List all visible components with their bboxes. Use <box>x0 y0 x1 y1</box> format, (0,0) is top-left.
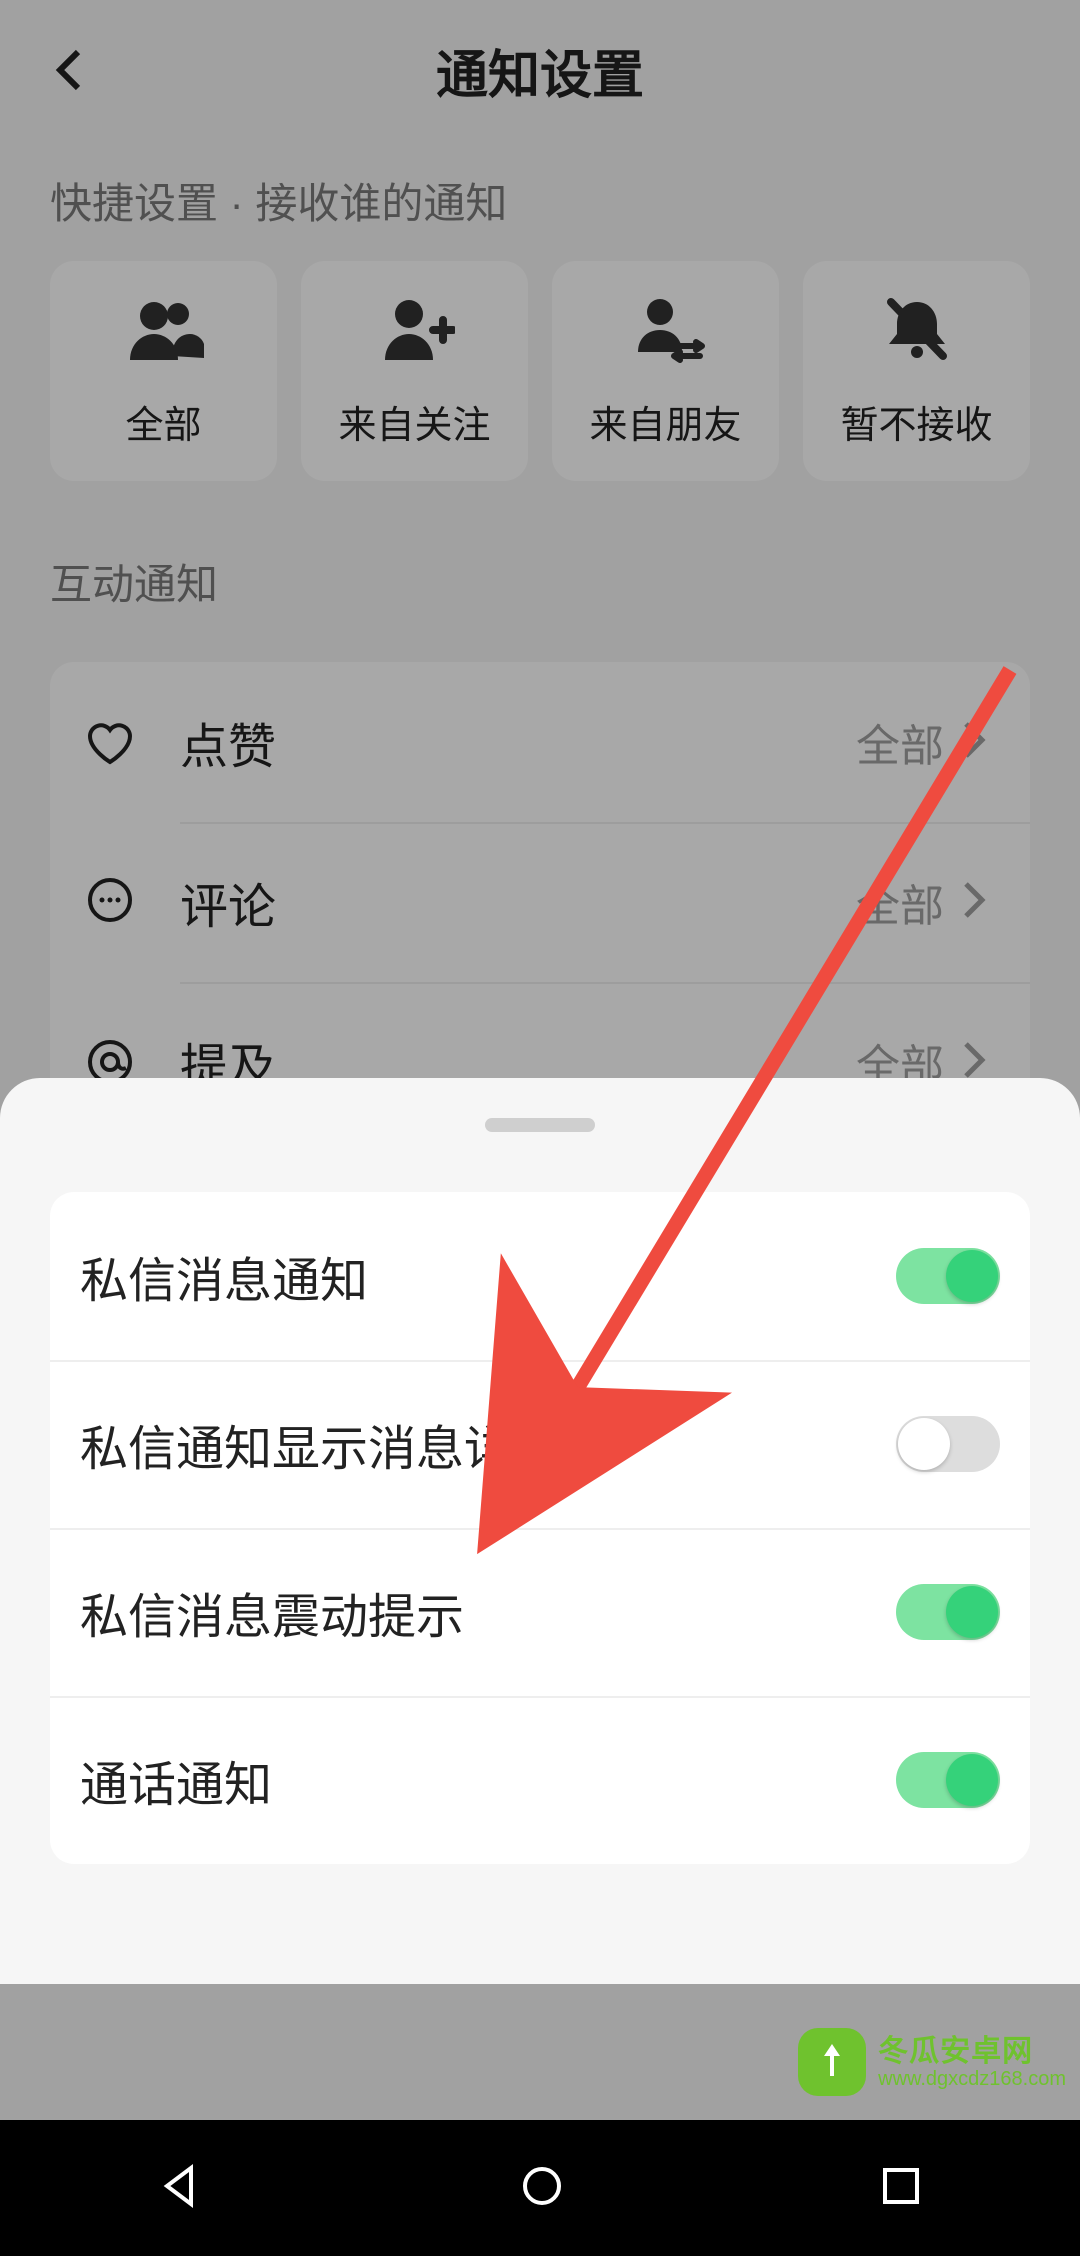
sheet-row-dm-detail: 私信通知显示消息详情 <box>50 1360 1030 1528</box>
toggle-dm-detail[interactable] <box>896 1416 1000 1472</box>
sheet-drag-handle[interactable] <box>485 1118 595 1132</box>
toggle-call-notify[interactable] <box>896 1752 1000 1808</box>
sheet-row-label: 私信通知显示消息详情 <box>80 1409 560 1479</box>
watermark-icon <box>798 2028 866 2096</box>
sheet-list: 私信消息通知 私信通知显示消息详情 私信消息震动提示 通话通知 <box>50 1192 1030 1864</box>
watermark: 冬瓜安卓网 www.dgxcdz168.com <box>784 2018 1080 2106</box>
watermark-title: 冬瓜安卓网 <box>878 2035 1066 2068</box>
sheet-row-dm-notify: 私信消息通知 <box>50 1192 1030 1360</box>
toggle-dm-notify[interactable] <box>896 1248 1000 1304</box>
sheet-row-dm-vibrate: 私信消息震动提示 <box>50 1528 1030 1696</box>
sheet-row-label: 私信消息震动提示 <box>80 1577 464 1647</box>
nav-home-button[interactable] <box>518 2162 566 2215</box>
sheet-row-label: 通话通知 <box>80 1745 272 1815</box>
watermark-url: www.dgxcdz168.com <box>878 2068 1066 2090</box>
toggle-dm-vibrate[interactable] <box>896 1584 1000 1640</box>
sheet-row-call-notify: 通话通知 <box>50 1696 1030 1864</box>
bottom-sheet: 私信消息通知 私信通知显示消息详情 私信消息震动提示 通话通知 <box>0 1078 1080 1984</box>
nav-recent-button[interactable] <box>879 2164 923 2213</box>
system-nav-bar <box>0 2120 1080 2256</box>
settings-page: 通知设置 快捷设置 · 接收谁的通知 全部 来自关注 来自朋友 暂不接收 <box>0 0 1080 2120</box>
sheet-row-label: 私信消息通知 <box>80 1241 368 1311</box>
nav-back-button[interactable] <box>157 2162 205 2215</box>
